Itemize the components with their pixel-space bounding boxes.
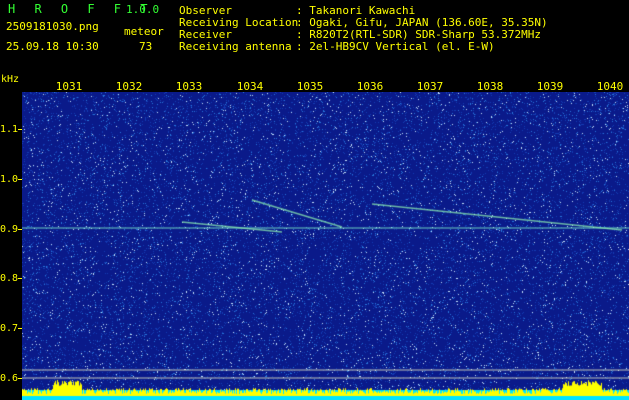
info-value: : 2el-HB9CV Vertical (el. E-W) [296, 40, 495, 53]
frequency-axis: 1031 1032 1033 1034 1035 1036 1037 1038 … [22, 80, 629, 93]
y-tick-label: 1.1 [0, 124, 19, 135]
info-key: Receiving antenna [179, 40, 292, 53]
meteor-count: 73 [139, 40, 153, 53]
meteor-label: meteor [124, 25, 164, 38]
spectrogram [22, 92, 629, 400]
y-tick-label: 0.6 [0, 373, 19, 384]
axis-unit: kHz [1, 74, 20, 85]
file-name: 2509181030.png [6, 20, 99, 33]
y-tick-label: 1.0 [0, 174, 19, 185]
y-tick-label: 0.7 [0, 323, 19, 334]
y-tick-label: 0.9 [0, 224, 19, 235]
y-tick-label: 0.8 [0, 273, 19, 284]
app-version: 1.0.0 [126, 3, 160, 16]
file-datetime: 25.09.18 10:30 [6, 40, 99, 53]
